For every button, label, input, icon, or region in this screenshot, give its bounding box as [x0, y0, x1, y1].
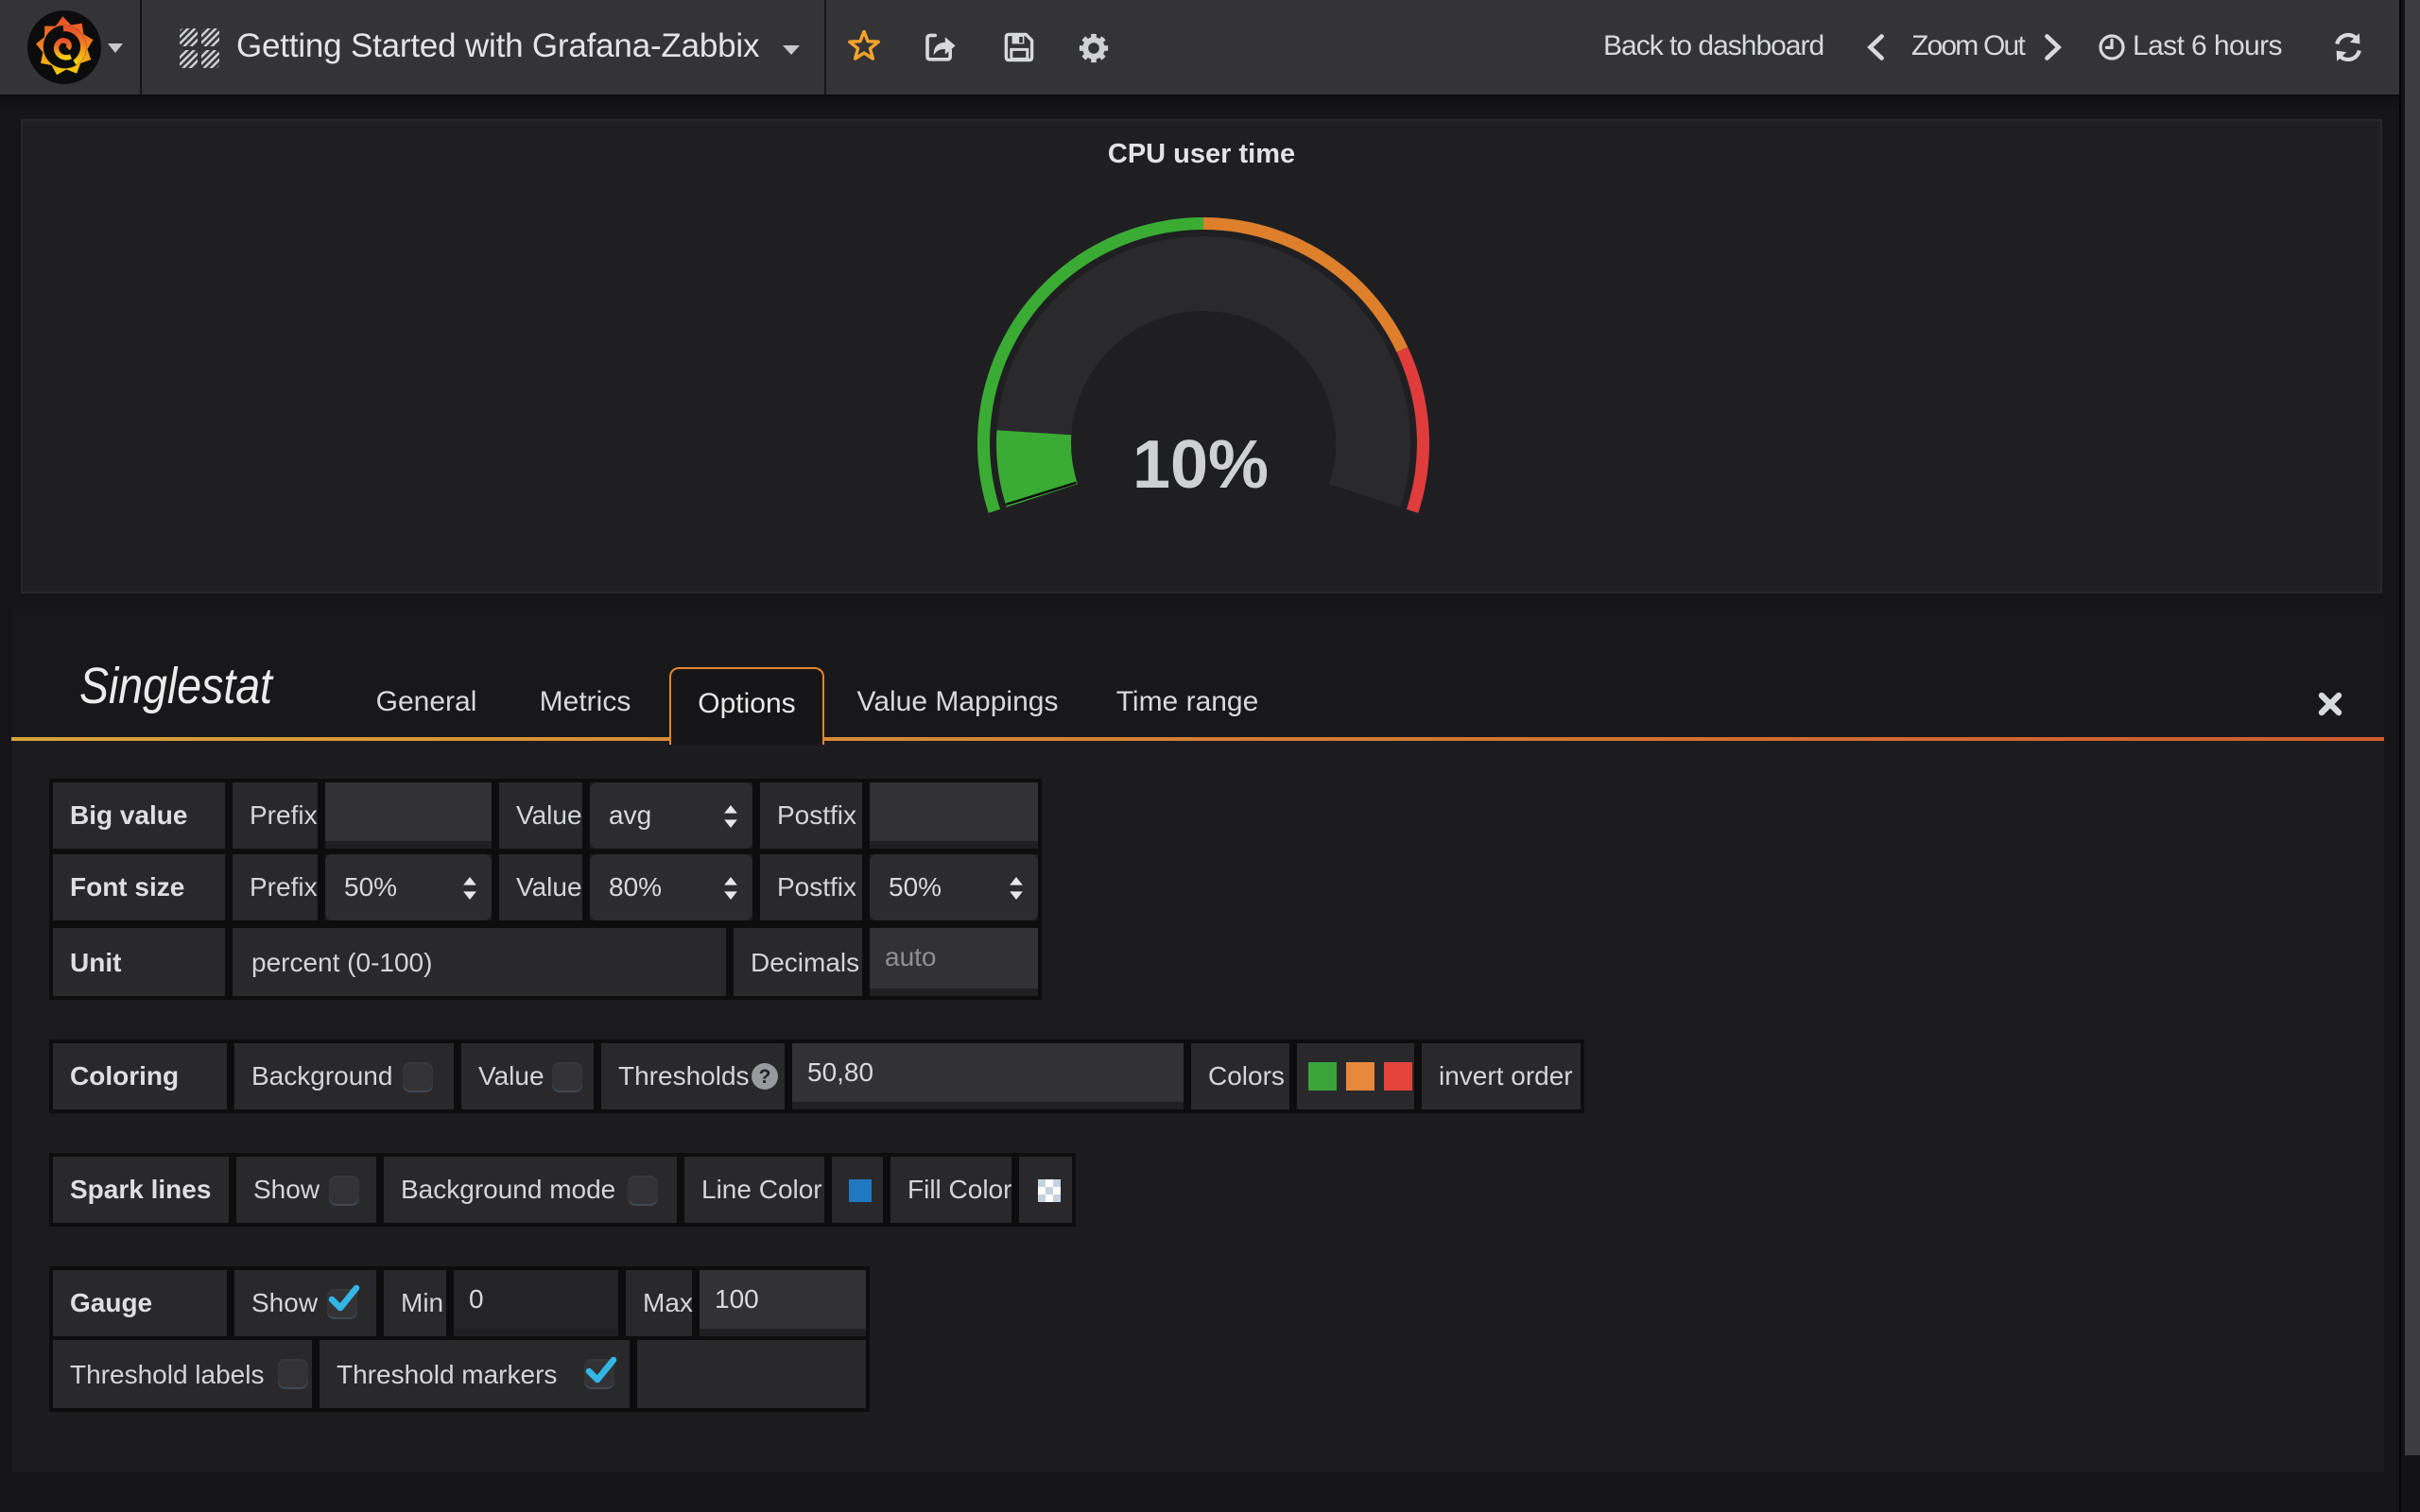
- svg-text:10%: 10%: [1132, 427, 1269, 503]
- svg-text:?: ?: [759, 1066, 771, 1088]
